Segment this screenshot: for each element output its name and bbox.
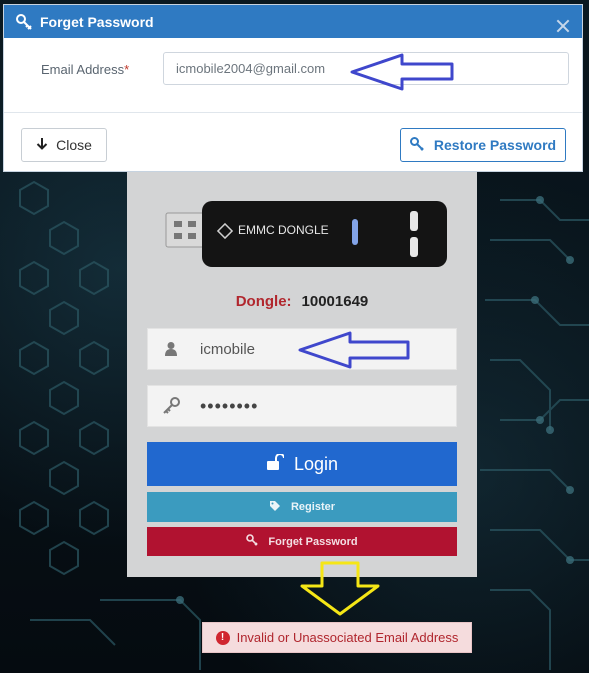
error-text: Invalid or Unassociated Email Address [236, 630, 459, 645]
unlock-icon [266, 452, 285, 475]
close-label: Close [56, 137, 92, 153]
error-message: ! Invalid or Unassociated Email Address [202, 622, 472, 653]
key-icon [409, 136, 424, 154]
login-label: Login [293, 453, 339, 474]
login-button[interactable]: Login [147, 442, 457, 486]
close-icon[interactable] [556, 19, 570, 33]
key-icon [16, 13, 32, 30]
restore-password-label: Restore Password [433, 137, 557, 153]
dialog-body: Email Address* [4, 38, 582, 113]
forget-password-label: Forget Password [268, 535, 358, 548]
dialog-title: Forget Password [40, 13, 154, 30]
alert-icon: ! [215, 630, 230, 645]
register-button[interactable]: Register [147, 492, 457, 522]
dongle-row: Dongle: 10001649 [127, 293, 477, 310]
dongle-value: 10001649 [301, 293, 369, 310]
user-icon [158, 341, 184, 357]
email-input[interactable] [163, 52, 569, 85]
close-button[interactable]: Close [21, 128, 107, 162]
dongle-label: Dongle: [235, 293, 292, 310]
username-field[interactable]: icmobile [147, 328, 457, 370]
forget-password-button[interactable]: Forget Password [147, 527, 457, 556]
key-icon [246, 534, 258, 549]
password-mask: •••••••• [200, 395, 259, 416]
email-label-text: Email Address [41, 62, 125, 77]
username-value: icmobile [200, 340, 256, 358]
dongle-image: EMMC DONGLE [165, 201, 447, 267]
login-panel: EMMC DONGLE Dongle: 10001649 icmobile •••… [127, 172, 477, 577]
dongle-brand-text: EMMC DONGLE [238, 223, 329, 237]
key-icon [158, 397, 184, 415]
required-mark: * [124, 62, 130, 77]
tag-icon [269, 500, 281, 515]
dialog-header: Forget Password [4, 5, 582, 38]
password-field[interactable]: •••••••• [147, 385, 457, 427]
restore-password-button[interactable]: Restore Password [400, 128, 566, 162]
email-label: Email Address* [41, 62, 129, 77]
forget-password-dialog: Forget Password Email Address* Close Res… [3, 4, 583, 172]
register-label: Register [290, 501, 336, 513]
dialog-footer: Close Restore Password [4, 113, 582, 171]
arrow-down-icon [36, 137, 48, 153]
